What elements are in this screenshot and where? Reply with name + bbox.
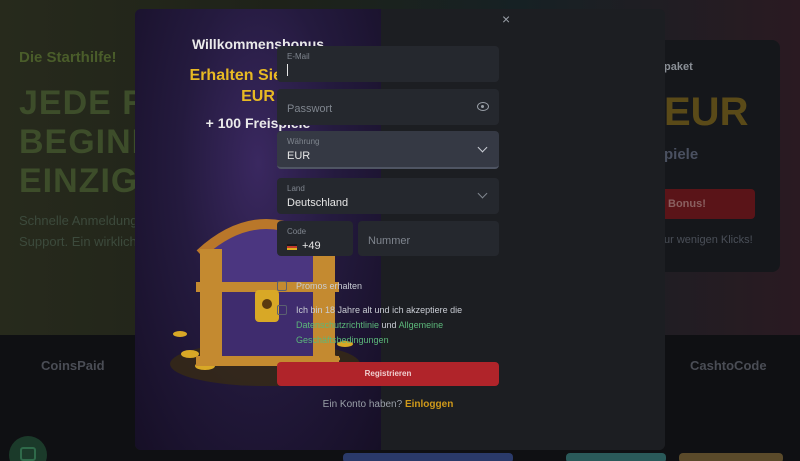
hero-tagline: Die Starthilfe! — [19, 49, 117, 66]
terms-text-main: Ich bin 18 Jahre alt und ich akzeptiere … — [296, 305, 463, 315]
currency-label: Währung — [287, 137, 320, 146]
chevron-down-icon — [477, 142, 488, 153]
country-select[interactable]: Land Deutschland — [277, 178, 499, 214]
email-label: E-Mail — [287, 52, 310, 61]
terms-checkbox[interactable] — [277, 305, 287, 315]
hero-subtext-line: Support. Ein wirklich — [19, 234, 137, 249]
close-icon[interactable]: × — [502, 12, 510, 26]
currency-value: EUR — [287, 150, 311, 162]
bonus-card-spins: piele — [664, 146, 699, 163]
privacy-policy-link[interactable]: Datenschutzrichtlinie — [296, 320, 379, 330]
phone-code-value: +49 — [302, 240, 321, 252]
hero-subtext-line: Schnelle Anmeldung — [19, 213, 138, 228]
password-field[interactable]: Passwort — [277, 89, 499, 125]
phone-code-select[interactable]: Code +49 — [277, 221, 353, 256]
promos-checkbox[interactable] — [277, 281, 287, 291]
game-tiles — [343, 453, 783, 461]
bonus-card-label: paket — [664, 61, 693, 73]
country-label: Land — [287, 184, 305, 193]
login-link[interactable]: Einloggen — [405, 399, 453, 410]
bonus-card-button: Bonus! — [660, 189, 755, 219]
terms-and-text: und — [379, 320, 399, 330]
cashtocode-logo: CashtoCode — [690, 358, 767, 373]
terms-text: Ich bin 18 Jahre alt und ich akzeptiere … — [296, 303, 501, 348]
eye-icon[interactable] — [477, 102, 489, 111]
promos-label: Promos erhalten — [296, 281, 363, 291]
bonus-card-note: ur wenigen Klicks! — [664, 234, 753, 246]
germany-flag-icon — [287, 244, 297, 250]
email-field[interactable]: E-Mail — [277, 46, 499, 82]
country-value: Deutschland — [287, 197, 349, 209]
phone-number-placeholder: Nummer — [368, 235, 411, 247]
login-prompt: Ein Konto haben? Einloggen — [277, 399, 499, 410]
coinspaid-logo: CoinsPaid — [41, 358, 105, 373]
chevron-down-icon — [477, 188, 488, 199]
register-button[interactable]: Registrieren — [277, 362, 499, 386]
bonus-card-amount: EUR — [664, 90, 749, 134]
text-cursor — [287, 64, 288, 76]
chat-icon — [20, 447, 36, 461]
login-prompt-text: Ein Konto haben? — [322, 399, 403, 410]
phone-code-label: Code — [287, 227, 307, 236]
hero-subtext: Schnelle Anmeldung Support. Ein wirklich — [19, 210, 138, 252]
phone-number-field[interactable]: Nummer — [358, 221, 499, 256]
password-placeholder: Passwort — [287, 103, 333, 115]
currency-select[interactable]: Währung EUR — [277, 131, 499, 169]
